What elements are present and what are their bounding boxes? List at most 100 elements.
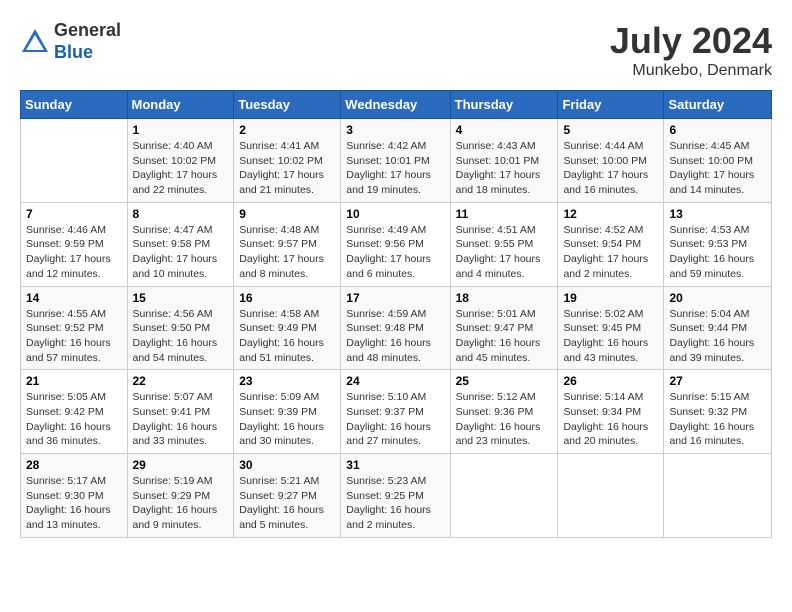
day-number: 23 — [239, 374, 335, 388]
calendar-cell: 9Sunrise: 4:48 AMSunset: 9:57 PMDaylight… — [234, 202, 341, 286]
calendar-cell: 25 Sunrise: 5:12 AMSunset: 9:36 PMDayligh… — [450, 370, 558, 454]
cell-info: Sunrise: 5:14 AMSunset: 9:34 PMDaylight:… — [563, 390, 658, 449]
calendar-cell: 12 Sunrise: 4:52 AMSunset: 9:54 PMDayligh… — [558, 202, 664, 286]
calendar-cell: 29Sunrise: 5:19 AMSunset: 9:29 PMDayligh… — [127, 454, 234, 538]
day-number: 10 — [346, 207, 444, 221]
day-header-tuesday: Tuesday — [234, 91, 341, 119]
calendar-cell: 26 Sunrise: 5:14 AMSunset: 9:34 PMDayligh… — [558, 370, 664, 454]
calendar-cell: 4 Sunrise: 4:43 AMSunset: 10:01 PMDayligh… — [450, 119, 558, 203]
day-number: 7 — [26, 207, 122, 221]
day-header-friday: Friday — [558, 91, 664, 119]
calendar-cell: 17 Sunrise: 4:59 AMSunset: 9:48 PMDayligh… — [341, 286, 450, 370]
cell-info: Sunrise: 4:42 AMSunset: 10:01 PMDaylight… — [346, 139, 444, 198]
calendar-cell: 23 Sunrise: 5:09 AMSunset: 9:39 PMDayligh… — [234, 370, 341, 454]
page-header: General Blue July 2024 Munkebo, Denmark — [20, 20, 772, 80]
cell-info: Sunrise: 4:56 AMSunset: 9:50 PMDaylight:… — [133, 307, 229, 366]
calendar-cell: 2 Sunrise: 4:41 AMSunset: 10:02 PMDayligh… — [234, 119, 341, 203]
day-number: 30 — [239, 458, 335, 472]
day-number: 3 — [346, 123, 444, 137]
calendar-cell: 1Sunrise: 4:40 AMSunset: 10:02 PMDayligh… — [127, 119, 234, 203]
calendar-cell — [21, 119, 128, 203]
calendar-cell: 10Sunrise: 4:49 AMSunset: 9:56 PMDayligh… — [341, 202, 450, 286]
day-header-sunday: Sunday — [21, 91, 128, 119]
cell-info: Sunrise: 4:48 AMSunset: 9:57 PMDaylight:… — [239, 223, 335, 282]
cell-info: Sunrise: 5:15 AMSunset: 9:32 PMDaylight:… — [669, 390, 766, 449]
day-number: 8 — [133, 207, 229, 221]
cell-info: Sunrise: 5:07 AMSunset: 9:41 PMDaylight:… — [133, 390, 229, 449]
cell-info: Sunrise: 5:12 AMSunset: 9:36 PMDaylight:… — [456, 390, 553, 449]
calendar-cell: 19Sunrise: 5:02 AMSunset: 9:45 PMDayligh… — [558, 286, 664, 370]
calendar-cell: 8Sunrise: 4:47 AMSunset: 9:58 PMDaylight… — [127, 202, 234, 286]
calendar-cell: 18 Sunrise: 5:01 AMSunset: 9:47 PMDayligh… — [450, 286, 558, 370]
cell-info: Sunrise: 4:46 AMSunset: 9:59 PMDaylight:… — [26, 223, 122, 282]
calendar-cell — [664, 454, 772, 538]
calendar-cell: 24 Sunrise: 5:10 AMSunset: 9:37 PMDayligh… — [341, 370, 450, 454]
month-year-title: July 2024 — [610, 20, 772, 62]
day-number: 24 — [346, 374, 444, 388]
calendar-cell: 11 Sunrise: 4:51 AMSunset: 9:55 PMDayligh… — [450, 202, 558, 286]
calendar-cell: 5 Sunrise: 4:44 AMSunset: 10:00 PMDayligh… — [558, 119, 664, 203]
calendar-cell: 3 Sunrise: 4:42 AMSunset: 10:01 PMDayligh… — [341, 119, 450, 203]
day-header-thursday: Thursday — [450, 91, 558, 119]
cell-info: Sunrise: 4:41 AMSunset: 10:02 PMDaylight… — [239, 139, 335, 198]
day-number: 17 — [346, 291, 444, 305]
cell-info: Sunrise: 4:58 AMSunset: 9:49 PMDaylight:… — [239, 307, 335, 366]
calendar-cell: 6Sunrise: 4:45 AMSunset: 10:00 PMDayligh… — [664, 119, 772, 203]
logo: General Blue — [20, 20, 121, 63]
cell-info: Sunrise: 5:09 AMSunset: 9:39 PMDaylight:… — [239, 390, 335, 449]
day-header-monday: Monday — [127, 91, 234, 119]
calendar-cell: 20Sunrise: 5:04 AMSunset: 9:44 PMDayligh… — [664, 286, 772, 370]
calendar-cell — [450, 454, 558, 538]
cell-info: Sunrise: 4:55 AMSunset: 9:52 PMDaylight:… — [26, 307, 122, 366]
calendar-body: 1Sunrise: 4:40 AMSunset: 10:02 PMDayligh… — [21, 119, 772, 538]
day-number: 11 — [456, 207, 553, 221]
cell-info: Sunrise: 5:17 AMSunset: 9:30 PMDaylight:… — [26, 474, 122, 533]
calendar-cell: 14 Sunrise: 4:55 AMSunset: 9:52 PMDayligh… — [21, 286, 128, 370]
day-header-wednesday: Wednesday — [341, 91, 450, 119]
day-number: 2 — [239, 123, 335, 137]
day-number: 13 — [669, 207, 766, 221]
calendar-cell: 16Sunrise: 4:58 AMSunset: 9:49 PMDayligh… — [234, 286, 341, 370]
cell-info: Sunrise: 5:02 AMSunset: 9:45 PMDaylight:… — [563, 307, 658, 366]
calendar-cell: 30 Sunrise: 5:21 AMSunset: 9:27 PMDayligh… — [234, 454, 341, 538]
day-number: 18 — [456, 291, 553, 305]
day-number: 22 — [133, 374, 229, 388]
calendar-week-4: 21Sunrise: 5:05 AMSunset: 9:42 PMDayligh… — [21, 370, 772, 454]
calendar-cell — [558, 454, 664, 538]
day-number: 4 — [456, 123, 553, 137]
day-number: 1 — [133, 123, 229, 137]
day-number: 5 — [563, 123, 658, 137]
logo-blue-text: Blue — [54, 42, 121, 64]
calendar-week-1: 1Sunrise: 4:40 AMSunset: 10:02 PMDayligh… — [21, 119, 772, 203]
cell-info: Sunrise: 5:05 AMSunset: 9:42 PMDaylight:… — [26, 390, 122, 449]
day-number: 15 — [133, 291, 229, 305]
cell-info: Sunrise: 4:59 AMSunset: 9:48 PMDaylight:… — [346, 307, 444, 366]
calendar-cell: 15 Sunrise: 4:56 AMSunset: 9:50 PMDayligh… — [127, 286, 234, 370]
day-number: 31 — [346, 458, 444, 472]
calendar-header: SundayMondayTuesdayWednesdayThursdayFrid… — [21, 91, 772, 119]
day-number: 27 — [669, 374, 766, 388]
cell-info: Sunrise: 5:01 AMSunset: 9:47 PMDaylight:… — [456, 307, 553, 366]
calendar-cell: 28Sunrise: 5:17 AMSunset: 9:30 PMDayligh… — [21, 454, 128, 538]
header-row: SundayMondayTuesdayWednesdayThursdayFrid… — [21, 91, 772, 119]
calendar-cell: 27 Sunrise: 5:15 AMSunset: 9:32 PMDayligh… — [664, 370, 772, 454]
logo-text: General Blue — [54, 20, 121, 63]
cell-info: Sunrise: 4:51 AMSunset: 9:55 PMDaylight:… — [456, 223, 553, 282]
calendar-table: SundayMondayTuesdayWednesdayThursdayFrid… — [20, 90, 772, 538]
day-number: 12 — [563, 207, 658, 221]
day-header-saturday: Saturday — [664, 91, 772, 119]
day-number: 25 — [456, 374, 553, 388]
calendar-cell: 7 Sunrise: 4:46 AMSunset: 9:59 PMDaylight… — [21, 202, 128, 286]
cell-info: Sunrise: 4:43 AMSunset: 10:01 PMDaylight… — [456, 139, 553, 198]
logo-general-text: General — [54, 20, 121, 42]
cell-info: Sunrise: 4:52 AMSunset: 9:54 PMDaylight:… — [563, 223, 658, 282]
day-number: 20 — [669, 291, 766, 305]
calendar-cell: 22 Sunrise: 5:07 AMSunset: 9:41 PMDayligh… — [127, 370, 234, 454]
cell-info: Sunrise: 4:45 AMSunset: 10:00 PMDaylight… — [669, 139, 766, 198]
calendar-week-5: 28Sunrise: 5:17 AMSunset: 9:30 PMDayligh… — [21, 454, 772, 538]
day-number: 26 — [563, 374, 658, 388]
cell-info: Sunrise: 5:21 AMSunset: 9:27 PMDaylight:… — [239, 474, 335, 533]
day-number: 14 — [26, 291, 122, 305]
cell-info: Sunrise: 5:10 AMSunset: 9:37 PMDaylight:… — [346, 390, 444, 449]
cell-info: Sunrise: 4:44 AMSunset: 10:00 PMDaylight… — [563, 139, 658, 198]
